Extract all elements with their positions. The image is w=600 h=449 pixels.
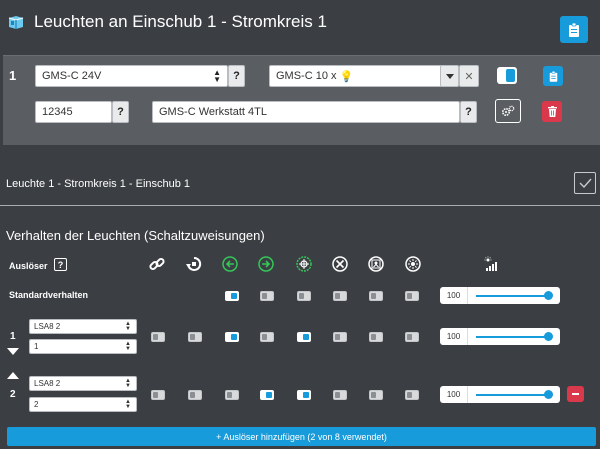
x-circle-icon xyxy=(332,256,348,272)
clipboard-icon xyxy=(549,70,557,82)
row-index: 1 xyxy=(9,68,17,83)
trigger-2-group-select[interactable]: LSA8 2 ▲ ▼ xyxy=(29,376,137,391)
code-help-button[interactable]: ? xyxy=(112,101,129,123)
standard-dimmer-slider[interactable]: 100 xyxy=(440,287,560,304)
trigger-2-index: 2 xyxy=(10,389,16,400)
brightness-bars-icon xyxy=(484,256,497,271)
clipboard-button[interactable] xyxy=(560,16,588,43)
standard-toggle-5[interactable] xyxy=(333,291,347,301)
lamp-dropdown-button[interactable] xyxy=(440,65,459,87)
trigger-2-toggle-3[interactable] xyxy=(260,390,274,400)
divider xyxy=(0,205,600,206)
type-select[interactable]: GMS-C 24V ▲ ▼ xyxy=(35,65,228,87)
trigger-1-toggle-1[interactable] xyxy=(188,332,202,342)
trigger-1-index: 1 xyxy=(10,331,16,342)
standard-toggle-6[interactable] xyxy=(369,291,383,301)
trigger-2-toggle-2[interactable] xyxy=(225,390,239,400)
trigger-1-channel-select[interactable]: 1 ▲ ▼ xyxy=(29,339,137,354)
clipboard-icon xyxy=(569,22,579,37)
name-input[interactable]: GMS-C Werkstatt 4TL xyxy=(152,101,460,123)
bulb-icon: 💡 xyxy=(339,70,354,83)
trigger-2-toggle-6[interactable] xyxy=(369,390,383,400)
slider-knob[interactable] xyxy=(544,332,553,341)
check-icon xyxy=(579,178,592,188)
crosshair-circle-icon xyxy=(296,256,312,272)
lamp-select[interactable]: GMS-C 10 x 💡 xyxy=(269,65,459,87)
trigger-2-dimmer-slider[interactable]: 100 xyxy=(440,386,560,403)
slider-knob[interactable] xyxy=(544,291,553,300)
person-badge-icon xyxy=(368,256,384,272)
standard-toggle-2[interactable] xyxy=(225,291,239,301)
delete-button[interactable] xyxy=(542,101,562,122)
add-trigger-button[interactable]: + Auslöser hinzufügen (2 von 8 verwendet… xyxy=(7,427,596,446)
trigger-label: Auslöser xyxy=(9,261,48,271)
trigger-1-toggle-5[interactable] xyxy=(333,332,347,342)
move-up-icon[interactable] xyxy=(7,372,19,380)
trigger-1-toggle-0[interactable] xyxy=(151,332,165,342)
cycle-icon xyxy=(186,256,202,271)
trigger-2-toggle-7[interactable] xyxy=(405,390,419,400)
standard-label: Standardverhalten xyxy=(9,290,89,300)
trigger-2-toggle-1[interactable] xyxy=(188,390,202,400)
move-down-icon[interactable] xyxy=(7,348,19,356)
trigger-1-group-select[interactable]: LSA8 2 ▲ ▼ xyxy=(29,319,137,334)
arrow-right-circle-icon xyxy=(258,256,274,272)
caret-down-icon xyxy=(445,73,454,79)
trigger-2-toggle-4[interactable] xyxy=(297,390,311,400)
standard-toggle-7[interactable] xyxy=(405,291,419,301)
lamp-clear-button[interactable]: ✕ xyxy=(459,65,479,87)
trigger-1-toggle-2[interactable] xyxy=(225,332,239,342)
copy-button[interactable] xyxy=(543,66,563,86)
header-icon xyxy=(7,15,25,31)
standard-toggle-4[interactable] xyxy=(297,291,311,301)
trigger-2-toggle-0[interactable] xyxy=(151,390,165,400)
slider-knob[interactable] xyxy=(544,390,553,399)
minus-icon xyxy=(572,393,579,395)
confirm-checkbox[interactable] xyxy=(574,172,596,194)
trigger-2-channel-select[interactable]: 2 ▲ ▼ xyxy=(29,397,137,412)
sun-circle-icon xyxy=(405,256,421,272)
standard-toggle-3[interactable] xyxy=(260,291,274,301)
trigger-2-toggle-5[interactable] xyxy=(333,390,347,400)
link-icon xyxy=(149,257,165,271)
settings-button[interactable] xyxy=(495,99,521,123)
remove-trigger-button[interactable] xyxy=(567,386,584,402)
code-input[interactable]: 12345 xyxy=(35,101,112,123)
trigger-1-toggle-3[interactable] xyxy=(260,332,274,342)
trigger-1-toggle-4[interactable] xyxy=(297,332,311,342)
type-help-button[interactable]: ? xyxy=(228,65,245,87)
select-arrows-icon: ▲ ▼ xyxy=(213,68,221,84)
arrow-left-circle-icon xyxy=(222,256,238,272)
behavior-title: Verhalten der Leuchten (Schaltzuweisunge… xyxy=(6,228,265,243)
page-title: Leuchten an Einschub 1 - Stromkreis 1 xyxy=(34,12,327,31)
trigger-1-dimmer-slider[interactable]: 100 xyxy=(440,328,560,345)
trigger-1-toggle-6[interactable] xyxy=(369,332,383,342)
trigger-help-button[interactable]: ? xyxy=(54,258,67,271)
name-help-button[interactable]: ? xyxy=(460,101,477,123)
trash-icon xyxy=(547,106,557,117)
luminaire-toggle[interactable] xyxy=(497,67,517,84)
summary-text: Leuchte 1 - Stromkreis 1 - Einschub 1 xyxy=(6,178,191,190)
gears-icon xyxy=(501,105,515,117)
trigger-1-toggle-7[interactable] xyxy=(405,332,419,342)
